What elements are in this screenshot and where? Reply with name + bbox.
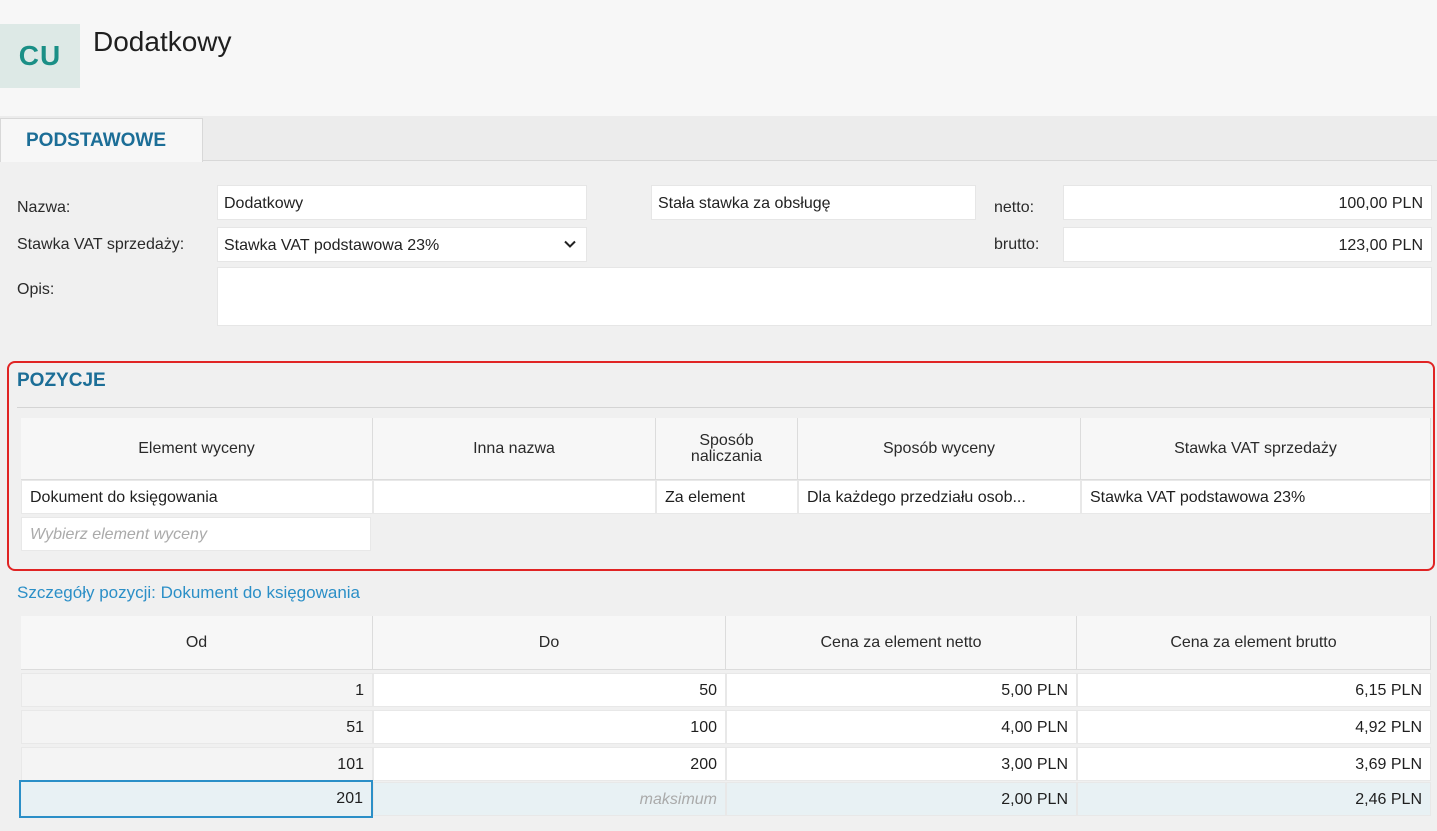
detail-from-cell[interactable]: 101	[21, 747, 373, 781]
gross-label: brutto:	[994, 236, 1040, 253]
detail-to-max-cell[interactable]: maksimum	[373, 782, 726, 816]
avatar: CU	[0, 24, 80, 88]
position-charging-cell[interactable]: Za element	[656, 480, 798, 514]
position-alt-name-cell[interactable]	[373, 480, 656, 514]
vat-label: Stawka VAT sprzedaży:	[17, 236, 185, 253]
tab-bar: PODSTAWOWE	[0, 116, 1437, 162]
position-element-cell[interactable]: Dokument do księgowania	[21, 480, 373, 514]
detail-from-cell[interactable]: 51	[21, 710, 373, 744]
column-header-pricing[interactable]: Sposób wyceny	[798, 418, 1081, 480]
column-header-alt-name[interactable]: Inna nazwa	[373, 418, 656, 480]
detail-net-cell[interactable]: 4,00 PLN	[726, 710, 1077, 744]
section-divider	[17, 407, 1433, 408]
pricing-mode-field[interactable]: Stała stawka za obsługę	[651, 185, 976, 220]
detail-gross-cell[interactable]: 6,15 PLN	[1077, 673, 1431, 707]
details-title-link[interactable]: Szczegóły pozycji: Dokument do księgowan…	[17, 583, 360, 603]
detail-from-cell-focused[interactable]: 201	[19, 780, 373, 818]
description-field[interactable]	[217, 267, 1432, 326]
detail-net-cell[interactable]: 3,00 PLN	[726, 747, 1077, 781]
net-field[interactable]: 100,00 PLN	[1063, 185, 1432, 220]
column-header-net-price[interactable]: Cena za element netto	[726, 616, 1077, 670]
column-header-element[interactable]: Element wyceny	[21, 418, 373, 480]
detail-gross-cell[interactable]: 3,69 PLN	[1077, 747, 1431, 781]
vat-select-value: Stawka VAT podstawowa 23%	[224, 237, 440, 254]
detail-to-cell[interactable]: 200	[373, 747, 726, 781]
gross-field[interactable]: 123,00 PLN	[1063, 227, 1432, 262]
chevron-down-icon	[564, 240, 576, 248]
detail-gross-cell[interactable]: 4,92 PLN	[1077, 710, 1431, 744]
tab-podstawowe[interactable]: PODSTAWOWE	[0, 118, 203, 162]
description-label: Opis:	[17, 281, 55, 298]
new-element-input[interactable]: Wybierz element wyceny	[21, 517, 371, 551]
name-field[interactable]: Dodatkowy	[217, 185, 587, 220]
position-pricing-cell[interactable]: Dla każdego przedziału osob...	[798, 480, 1081, 514]
position-vat-cell[interactable]: Stawka VAT podstawowa 23%	[1081, 480, 1431, 514]
column-header-gross-price[interactable]: Cena za element brutto	[1077, 616, 1431, 670]
detail-to-cell[interactable]: 100	[373, 710, 726, 744]
positions-title: POZYCJE	[17, 370, 106, 391]
column-header-charging[interactable]: Sposób naliczania	[656, 418, 798, 480]
name-label: Nazwa:	[17, 199, 71, 216]
detail-gross-cell[interactable]: 2,46 PLN	[1077, 782, 1431, 816]
page-header: CU Dodatkowy	[0, 0, 1437, 116]
column-header-vat[interactable]: Stawka VAT sprzedaży	[1081, 418, 1431, 480]
detail-from-cell[interactable]: 1	[21, 673, 373, 707]
column-header-from[interactable]: Od	[21, 616, 373, 670]
page-title: Dodatkowy	[93, 26, 232, 57]
detail-net-cell[interactable]: 5,00 PLN	[726, 673, 1077, 707]
net-label: netto:	[994, 199, 1035, 216]
column-header-to[interactable]: Do	[373, 616, 726, 670]
detail-to-cell[interactable]: 50	[373, 673, 726, 707]
detail-net-cell[interactable]: 2,00 PLN	[726, 782, 1077, 816]
vat-select[interactable]: Stawka VAT podstawowa 23%	[217, 227, 587, 262]
